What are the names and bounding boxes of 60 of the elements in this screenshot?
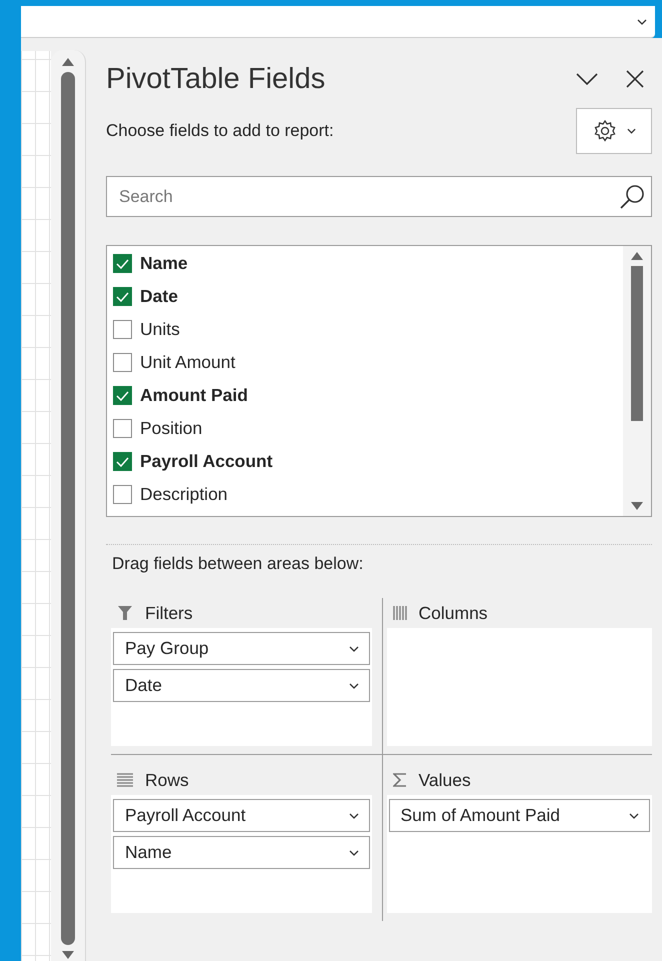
checkbox[interactable]	[113, 419, 132, 438]
area-title: Rows	[145, 770, 189, 790]
check-icon	[116, 292, 129, 302]
checkbox[interactable]	[113, 320, 132, 339]
gear-icon	[592, 119, 616, 143]
caret-icon	[348, 646, 358, 652]
rows-icon	[117, 773, 133, 787]
field-chip[interactable]: Name	[113, 836, 370, 869]
check-icon	[116, 258, 129, 268]
checkbox[interactable]	[113, 353, 132, 372]
area-title: Filters	[145, 602, 193, 624]
field-chip[interactable]: Date	[113, 669, 370, 702]
drop-area[interactable]: Payroll Account Name	[111, 795, 372, 913]
close-button[interactable]	[624, 68, 646, 90]
panel-title: PivotTable Fields	[106, 62, 326, 96]
search-input[interactable]: Search	[117, 186, 619, 208]
collapse-button[interactable]	[574, 71, 600, 87]
checkbox[interactable]	[113, 386, 132, 405]
field-item[interactable]: Amount Paid	[113, 379, 623, 412]
checkbox[interactable]	[113, 287, 132, 306]
area-title: Columns	[418, 602, 488, 624]
field-item[interactable]: Units	[113, 313, 623, 346]
scroll-up-icon[interactable]	[62, 58, 74, 66]
caret-icon	[348, 682, 358, 688]
scroll-thumb[interactable]	[631, 266, 643, 421]
scroll-down-icon[interactable]	[62, 951, 74, 959]
field-chip[interactable]: Payroll Account	[113, 799, 370, 832]
scroll-down-icon[interactable]	[631, 502, 643, 510]
drop-area[interactable]: Sum of Amount Paid	[386, 795, 652, 913]
checkbox[interactable]	[113, 485, 132, 504]
field-chip[interactable]: Sum of Amount Paid	[388, 799, 650, 832]
instruction-text: Choose fields to add to report:	[106, 121, 334, 141]
drop-area[interactable]: Pay Group Date	[111, 628, 372, 746]
settings-button[interactable]	[576, 108, 652, 154]
checkbox[interactable]	[113, 254, 132, 273]
caret-icon	[348, 850, 358, 856]
field-item[interactable]: Position	[113, 412, 623, 445]
columns-icon	[392, 605, 406, 621]
field-item[interactable]: Date	[113, 280, 623, 313]
field-chip[interactable]: Pay Group	[113, 632, 370, 665]
areas-heading: Drag fields between areas below:	[112, 554, 364, 574]
caret-icon	[626, 128, 636, 134]
scrollbar[interactable]	[623, 246, 651, 516]
expand-icon	[637, 18, 647, 24]
filter-icon	[117, 605, 133, 621]
check-icon	[116, 390, 129, 400]
field-item[interactable]: Payroll Account	[113, 445, 623, 478]
scroll-up-icon[interactable]	[631, 252, 643, 260]
field-item[interactable]: Unit Amount	[113, 346, 623, 379]
field-item[interactable]: Description	[113, 478, 623, 511]
scroll-thumb[interactable]	[61, 72, 75, 945]
field-item[interactable]: Name	[113, 247, 623, 280]
area-title: Values	[418, 770, 471, 790]
check-icon	[116, 456, 129, 466]
caret-icon	[348, 812, 358, 818]
sigma-icon	[392, 773, 406, 787]
search-field[interactable]: Search	[106, 176, 652, 217]
checkbox[interactable]	[113, 452, 132, 471]
caret-icon	[629, 812, 639, 818]
search-icon	[619, 184, 645, 210]
